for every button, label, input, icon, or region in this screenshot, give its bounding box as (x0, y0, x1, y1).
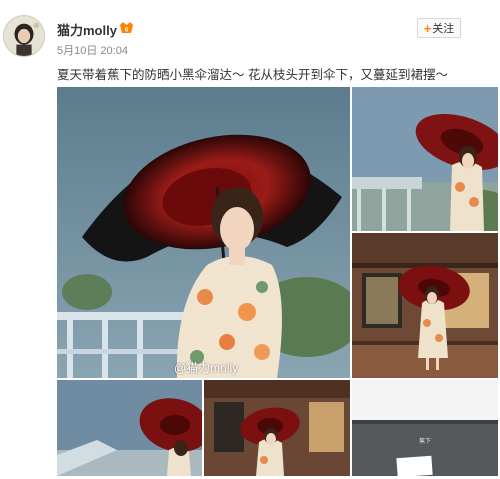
photo-label: 蕉下 (419, 439, 432, 445)
photo-watermark: @猫力molly (174, 361, 239, 375)
photo-bottom-left[interactable] (57, 380, 202, 476)
photo-bottom-right[interactable] (352, 380, 498, 476)
follow-label: 关注 (432, 23, 455, 35)
avatar[interactable] (3, 15, 45, 57)
photo-bottom-middle[interactable] (204, 380, 350, 476)
post-timestamp[interactable]: 5月10日 20:04 (57, 42, 128, 58)
username[interactable]: 猫力molly (57, 20, 117, 39)
post-text: 夏天带着蕉下的防晒小黑伞溜达～ 花从枝头开到伞下，又蔓延到裙摆～ (57, 68, 448, 82)
photo-right-top[interactable] (352, 87, 498, 231)
photo-main[interactable] (57, 87, 350, 378)
plus-icon: + (423, 20, 432, 36)
photo-right-middle[interactable] (352, 233, 498, 378)
vip-badge-icon: 6 (120, 22, 133, 34)
follow-button[interactable]: + 关注 (417, 18, 461, 38)
